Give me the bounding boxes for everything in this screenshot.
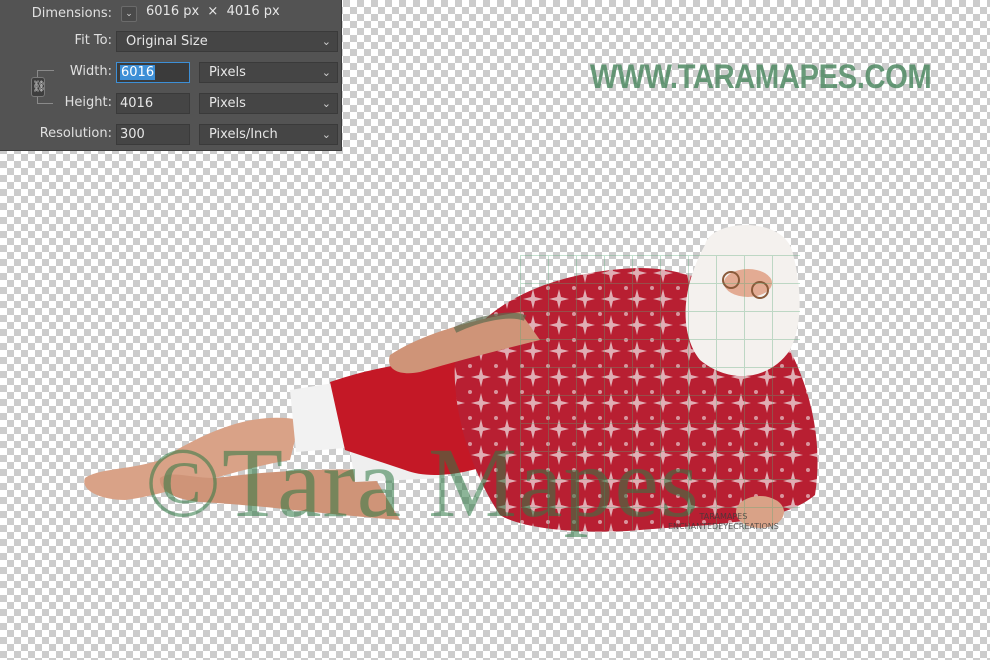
watermark-url: WWW.TARAMAPES.COM <box>590 58 932 96</box>
chevron-down-icon: ⌄ <box>321 128 331 141</box>
dimensions-value: 6016 px × 4016 px <box>146 4 280 19</box>
resolution-unit-value: Pixels/Inch <box>209 127 278 142</box>
watermark-small-line2: ENCHANTEDEYECREATIONS <box>668 522 779 531</box>
height-input[interactable]: 4016 <box>116 93 190 114</box>
resolution-label: Resolution: <box>39 126 112 141</box>
fit-to-label: Fit To: <box>74 33 112 48</box>
width-unit-select[interactable]: Pixels ⌄ <box>199 62 338 83</box>
image-size-panel: Dimensions: ⌄ 6016 px × 4016 px Fit To: … <box>0 0 342 151</box>
chevron-down-icon: ⌄ <box>321 35 331 48</box>
height-unit-value: Pixels <box>209 96 246 111</box>
resolution-input[interactable]: 300 <box>116 124 190 145</box>
width-label: Width: <box>69 64 112 79</box>
dimensions-dropdown-button[interactable]: ⌄ <box>121 6 137 22</box>
height-label: Height: <box>64 95 112 110</box>
fit-to-select[interactable]: Original Size ⌄ <box>116 31 338 52</box>
watermark-small: TARAMAPES ENCHANTEDEYECREATIONS <box>668 512 779 532</box>
chevron-down-icon: ⌄ <box>321 66 331 79</box>
width-value: 6016 <box>120 65 156 80</box>
resolution-unit-select[interactable]: Pixels/Inch ⌄ <box>199 124 338 145</box>
width-input[interactable]: 6016 <box>116 62 190 83</box>
chevron-down-icon: ⌄ <box>125 9 133 19</box>
height-unit-select[interactable]: Pixels ⌄ <box>199 93 338 114</box>
fit-to-value: Original Size <box>126 34 208 49</box>
resolution-value: 300 <box>120 127 145 142</box>
chevron-down-icon: ⌄ <box>321 97 331 110</box>
dimensions-label: Dimensions: <box>31 6 112 21</box>
watermark-small-line1: TARAMAPES <box>699 512 748 521</box>
watermark-copyright: ©Tara Mapes <box>145 427 700 538</box>
width-unit-value: Pixels <box>209 65 246 80</box>
height-value: 4016 <box>120 96 154 111</box>
